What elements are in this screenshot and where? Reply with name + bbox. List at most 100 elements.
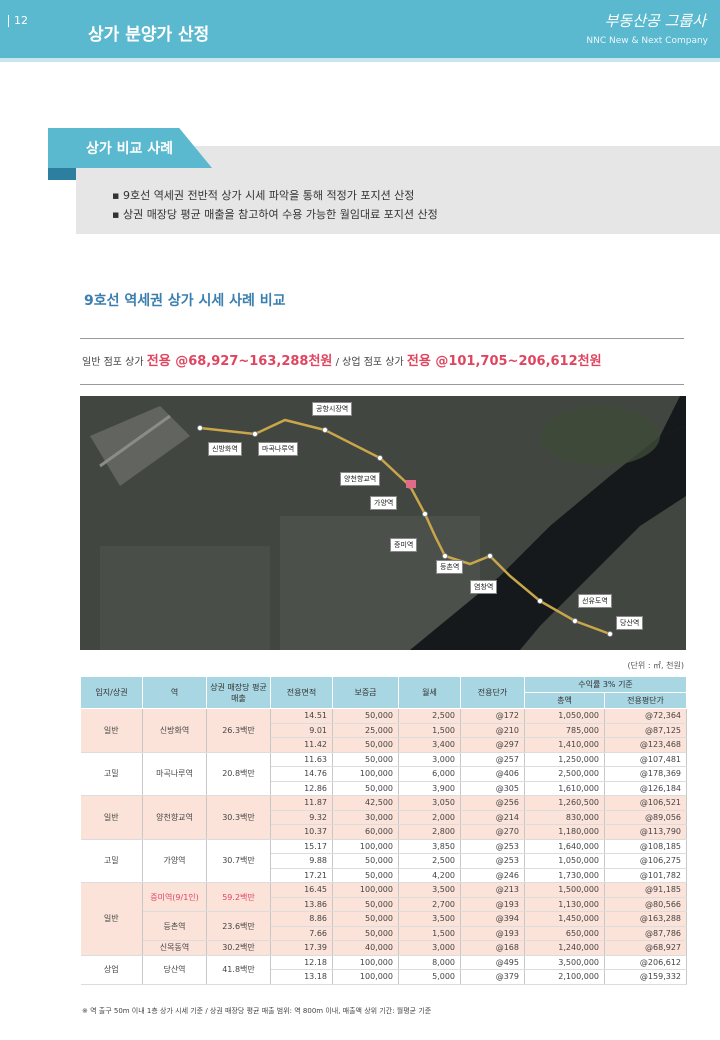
- cell-station: 당산역: [142, 955, 207, 985]
- unit-note: (단위 : ㎡, 천원): [627, 661, 684, 670]
- cell-unit-price: @305: [460, 781, 525, 796]
- station-label: 마곡나루역: [258, 442, 299, 456]
- cell-total: 1,500,000: [524, 882, 605, 898]
- table-row: 일반 양천향교역 30.3백만 11.87 42,500 3,050 @256 1,260,5…: [80, 795, 688, 840]
- cell-unit-price: @193: [460, 897, 525, 912]
- cell-unit-price: @297: [460, 737, 525, 753]
- cell-rent: 2,500: [398, 708, 461, 724]
- header-divider: [0, 58, 720, 62]
- cell-deposit: 50,000: [332, 708, 399, 724]
- cell-region: 고밀: [80, 839, 143, 883]
- cell-rent: 8,000: [398, 955, 461, 970]
- cell-rent: 4,200: [398, 868, 461, 883]
- cell-station: 신방화역: [142, 708, 207, 753]
- cell-deposit: 100,000: [332, 839, 399, 854]
- cell-total: 1,610,000: [524, 781, 605, 796]
- cell-deposit: 100,000: [332, 955, 399, 970]
- cell-per-area: @80,566: [604, 897, 688, 912]
- col-yield-group: 수익률 3% 기준: [523, 676, 688, 693]
- col-avg-sales: 상권 매장당 평균 매출: [206, 676, 271, 709]
- cell-unit-price: @406: [460, 766, 525, 782]
- station-label: 양천향교역: [340, 472, 381, 486]
- section-title: 상가 분양가 산정: [88, 25, 210, 45]
- cell-area: 14.51: [270, 708, 333, 724]
- satellite-map: 공항시장역 신방화역 마곡나루역 양천향교역 가양역 증미역 등촌역 염창역 선…: [80, 396, 686, 650]
- cell-total: 1,240,000: [524, 940, 605, 956]
- price-comparison-table: 입지/상권 역 상권 매장당 평균 매출 전용면적 보증금 월세 전용단가 수익…: [80, 676, 688, 985]
- cell-rent: 5,000: [398, 969, 461, 985]
- cell-per-area: @101,782: [604, 868, 688, 883]
- cell-avg-sales: 30.3백만: [206, 795, 271, 840]
- map-canvas: [80, 396, 686, 650]
- cell-station: 등촌역: [142, 911, 207, 941]
- cell-total: 1,130,000: [524, 897, 605, 912]
- cell-unit-price: @270: [460, 824, 525, 840]
- cell-unit-price: @495: [460, 955, 525, 970]
- table-row: 고밀 가양역 30.7백만 15.17 100,000 3,850 @253 1,640,00…: [80, 839, 688, 883]
- cell-area: 15.17: [270, 839, 333, 854]
- cell-unit-price: @379: [460, 969, 525, 985]
- cell-unit-price: @394: [460, 911, 525, 927]
- cell-per-area: @68,927: [604, 940, 688, 956]
- cell-per-area: @87,786: [604, 926, 688, 941]
- cell-area: 10.37: [270, 824, 333, 840]
- cell-area: 9.32: [270, 810, 333, 825]
- brand-tagline: NNC New & Next Company: [586, 36, 708, 46]
- cell-per-area: @123,468: [604, 737, 688, 753]
- col-per-area: 전용평단가: [603, 692, 688, 709]
- cell-area: 17.39: [270, 940, 333, 956]
- station-label: 당산역: [616, 616, 644, 630]
- cell-station: 증미역(9/1인): [142, 882, 207, 912]
- cell-area: 16.45: [270, 882, 333, 898]
- cell-per-area: @113,790: [604, 824, 688, 840]
- cell-deposit: 50,000: [332, 868, 399, 883]
- table-row: 일반 증미역(9/1인) 59.2백만 16.45 100,000 3,500 @213 1,…: [80, 882, 688, 956]
- cell-unit-price: @213: [460, 882, 525, 898]
- divider: [80, 384, 684, 385]
- cell-per-area: @72,364: [604, 708, 688, 724]
- cell-region: 상업: [80, 955, 143, 985]
- cell-rent: 2,000: [398, 810, 461, 825]
- cell-unit-price: @253: [460, 839, 525, 854]
- cell-per-area: @106,275: [604, 853, 688, 869]
- cell-unit-price: @246: [460, 868, 525, 883]
- cell-unit-price: @214: [460, 810, 525, 825]
- cell-unit-price: @168: [460, 940, 525, 956]
- cell-rent: 6,000: [398, 766, 461, 782]
- cell-total: 650,000: [524, 926, 605, 941]
- cell-total: 2,100,000: [524, 969, 605, 985]
- cell-deposit: 50,000: [332, 853, 399, 869]
- cell-rent: 1,500: [398, 723, 461, 738]
- cell-deposit: 25,000: [332, 723, 399, 738]
- cell-total: 1,260,500: [524, 795, 605, 811]
- cell-area: 11.42: [270, 737, 333, 753]
- cell-total: 785,000: [524, 723, 605, 738]
- cell-total: 1,730,000: [524, 868, 605, 883]
- cell-deposit: 100,000: [332, 969, 399, 985]
- station-label: 신방화역: [208, 442, 242, 456]
- cell-station: 가양역: [142, 839, 207, 883]
- cell-per-area: @159,332: [604, 969, 688, 985]
- cell-rent: 3,900: [398, 781, 461, 796]
- cell-area: 9.01: [270, 723, 333, 738]
- cell-per-area: @206,612: [604, 955, 688, 970]
- cell-deposit: 42,500: [332, 795, 399, 811]
- cell-rent: 3,500: [398, 911, 461, 927]
- col-unit-price: 전용단가: [460, 676, 525, 709]
- cell-per-area: @108,185: [604, 839, 688, 854]
- cell-per-area: @89,056: [604, 810, 688, 825]
- cell-rent: 3,000: [398, 940, 461, 956]
- cell-avg-sales: 23.6백만: [206, 911, 271, 941]
- cell-area: 12.18: [270, 955, 333, 970]
- general-value: 전용 @68,927~163,288천원: [146, 354, 333, 369]
- table-row: 고밀 마곡나루역 20.8백만 11.63 50,000 3,000 @257 1,250,0…: [80, 752, 688, 796]
- station-label: 등촌역: [436, 560, 464, 574]
- cell-per-area: @91,185: [604, 882, 688, 898]
- cell-avg-sales: 30.2백만: [206, 940, 271, 956]
- cell-deposit: 50,000: [332, 897, 399, 912]
- comparison-tab-accent: [48, 168, 76, 180]
- cell-deposit: 60,000: [332, 824, 399, 840]
- cell-unit-price: @172: [460, 708, 525, 724]
- cell-area: 12.86: [270, 781, 333, 796]
- col-total: 총액: [524, 692, 605, 709]
